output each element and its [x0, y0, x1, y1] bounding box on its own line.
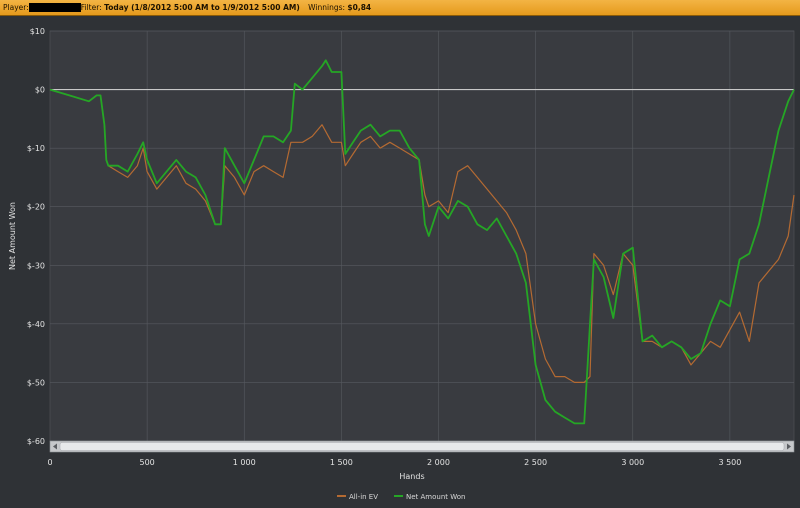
legend-label: Net Amount Won	[406, 493, 465, 501]
x-tick-label: 3 000	[621, 458, 644, 467]
x-axis-title: Hands	[399, 472, 424, 481]
y-tick-label: $-10	[27, 144, 45, 153]
x-tick-label: 1 000	[233, 458, 256, 467]
y-tick-label: $-60	[27, 437, 45, 446]
y-tick-label: $0	[35, 86, 45, 95]
y-tick-label: $-20	[27, 203, 45, 212]
x-tick-label: 3 500	[718, 458, 741, 467]
legend: All-in EV Net Amount Won	[337, 493, 465, 501]
x-tick-label: 0	[47, 458, 52, 467]
y-axis-title: Net Amount Won	[8, 202, 17, 270]
x-tick-label: 1 500	[330, 458, 353, 467]
y-tick-label: $-50	[27, 378, 45, 387]
x-tick-label: 2 000	[427, 458, 450, 467]
horizontal-scrollbar[interactable]	[49, 440, 795, 453]
scrollbar-thumb[interactable]	[59, 442, 785, 451]
x-tick-label: 500	[139, 458, 154, 467]
plot-area	[49, 30, 795, 442]
y-tick-label: $10	[30, 27, 45, 36]
y-tick-label: $-40	[27, 320, 45, 329]
y-tick-label: $-30	[27, 261, 45, 270]
x-tick-label: 2 500	[524, 458, 547, 467]
x-axis-ticks: 0 500 1 000 1 500 2 000 2 500 3 000 3 500	[47, 458, 741, 467]
y-axis-ticks: $10 $0 $-10 $-20 $-30 $-40 $-50 $-60	[27, 27, 45, 446]
legend-label: All-in EV	[349, 493, 378, 501]
winnings-graph: $10 $0 $-10 $-20 $-30 $-40 $-50 $-60 0 500 1 000 1…	[8, 27, 795, 501]
